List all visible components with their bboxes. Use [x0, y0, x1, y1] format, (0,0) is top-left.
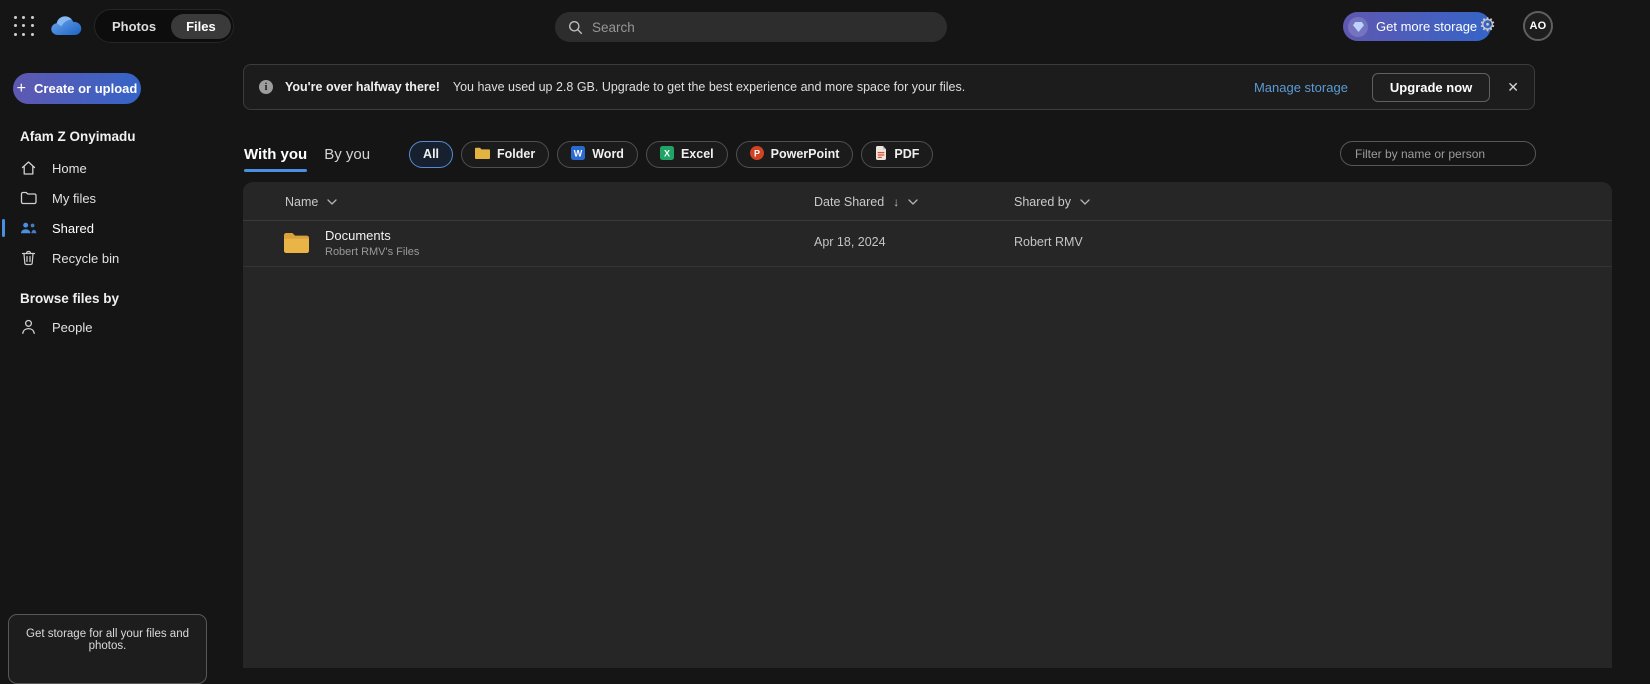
- chevron-down-icon[interactable]: [327, 198, 337, 205]
- manage-storage-link[interactable]: Manage storage: [1254, 80, 1348, 95]
- filter-by-name-input[interactable]: [1340, 141, 1536, 166]
- toggle-photos[interactable]: Photos: [97, 14, 171, 39]
- table-header: Name Date Shared ↓ Shared by: [243, 182, 1612, 221]
- search-input[interactable]: [592, 19, 922, 35]
- upgrade-now-button[interactable]: Upgrade now: [1371, 72, 1491, 102]
- close-icon[interactable]: ✕: [1507, 79, 1519, 96]
- column-header-date-shared[interactable]: Date Shared ↓: [814, 182, 918, 221]
- sidebar-item-label: My files: [52, 190, 97, 206]
- photos-files-toggle: Photos Files: [94, 9, 234, 43]
- sidebar-item-recycle-bin[interactable]: Recycle bin: [0, 243, 243, 273]
- excel-icon: X: [659, 145, 674, 163]
- pdf-icon: [875, 145, 887, 163]
- sort-descending-icon: ↓: [893, 194, 900, 209]
- tab-by-you[interactable]: By you: [324, 146, 370, 163]
- search-bar[interactable]: [555, 12, 947, 42]
- banner-message: You have used up 2.8 GB. Upgrade to get …: [452, 80, 966, 94]
- shared-files-panel: Name Date Shared ↓ Shared by Documents R…: [243, 182, 1612, 668]
- get-more-storage-button[interactable]: Get more storage: [1343, 12, 1492, 41]
- pill-excel[interactable]: X Excel: [645, 140, 728, 168]
- create-or-upload-button[interactable]: + Create or upload: [13, 73, 141, 104]
- banner-title: You're over halfway there!: [285, 80, 440, 94]
- search-icon: [569, 20, 583, 34]
- column-label: Name: [285, 194, 319, 209]
- column-label: Date Shared: [814, 194, 885, 209]
- pill-label: PDF: [894, 147, 920, 161]
- sidebar-nav: Home My files Shared Recycle bin: [0, 153, 243, 273]
- column-header-name[interactable]: Name: [285, 182, 337, 221]
- owner-name: Afam Z Onyimadu: [20, 129, 136, 144]
- word-icon: W: [571, 145, 586, 163]
- app-launcher-icon[interactable]: [14, 16, 35, 37]
- folder-icon: [475, 147, 491, 162]
- sidebar-item-label: People: [52, 319, 93, 335]
- pill-word[interactable]: W Word: [557, 140, 638, 168]
- table-row[interactable]: Documents Robert RMV's Files Apr 18, 202…: [243, 221, 1612, 267]
- pill-label: All: [423, 147, 440, 161]
- trash-icon: [20, 250, 37, 266]
- gear-icon[interactable]: ⚙: [1479, 14, 1496, 37]
- top-bar: Photos Files Get more storage ⚙ AO: [0, 0, 1650, 52]
- svg-text:W: W: [574, 148, 583, 158]
- home-icon: [20, 160, 37, 176]
- pill-label: PowerPoint: [770, 147, 840, 161]
- pill-all[interactable]: All: [409, 140, 454, 168]
- chevron-down-icon[interactable]: [1080, 198, 1090, 205]
- pill-powerpoint[interactable]: P PowerPoint: [735, 140, 854, 168]
- create-or-upload-label: Create or upload: [34, 81, 138, 96]
- column-header-shared-by[interactable]: Shared by: [1014, 182, 1090, 221]
- sidebar-item-label: Recycle bin: [52, 250, 120, 266]
- tab-with-you[interactable]: With you: [244, 146, 308, 172]
- info-icon: i: [259, 80, 273, 94]
- sidebar-item-home[interactable]: Home: [0, 153, 243, 183]
- chevron-down-icon[interactable]: [908, 198, 918, 205]
- pill-label: Excel: [680, 147, 714, 161]
- date-shared-cell: Apr 18, 2024: [814, 235, 886, 249]
- pill-label: Folder: [497, 147, 536, 161]
- person-icon: [20, 319, 37, 335]
- onedrive-logo-icon[interactable]: [48, 13, 86, 43]
- diamond-icon: [1348, 16, 1368, 37]
- filter-pills: All Folder W Word X Excel P PowerPoint P…: [409, 140, 934, 168]
- storage-banner: i You're over halfway there! You have us…: [243, 64, 1535, 110]
- pill-folder[interactable]: Folder: [461, 140, 550, 168]
- svg-text:X: X: [664, 148, 670, 158]
- filter-row: With you By you All Folder W Word X Exce…: [244, 139, 934, 172]
- powerpoint-icon: P: [749, 145, 764, 163]
- people-icon: [20, 221, 37, 235]
- plus-icon: +: [16, 79, 27, 97]
- pill-pdf[interactable]: PDF: [861, 140, 934, 168]
- file-name: Documents: [325, 228, 391, 243]
- column-label: Shared by: [1014, 194, 1071, 209]
- pill-label: Word: [592, 147, 624, 161]
- promo-text: Get storage for all your files and photo…: [26, 628, 189, 652]
- get-more-storage-label: Get more storage: [1376, 19, 1478, 34]
- avatar[interactable]: AO: [1523, 11, 1553, 41]
- browse-files-by-header: Browse files by: [20, 291, 120, 306]
- folder-icon: [20, 191, 37, 205]
- file-name-block: Documents Robert RMV's Files: [325, 228, 419, 258]
- svg-text:P: P: [754, 148, 760, 158]
- toggle-files[interactable]: Files: [171, 13, 231, 39]
- folder-icon: [283, 232, 310, 259]
- sidebar-item-my-files[interactable]: My files: [0, 183, 243, 213]
- file-subtitle: Robert RMV's Files: [325, 246, 420, 258]
- storage-promo-card: Get storage for all your files and photo…: [8, 614, 207, 684]
- sidebar-item-label: Home: [52, 160, 87, 176]
- sidebar-item-shared[interactable]: Shared: [0, 213, 243, 243]
- shared-by-cell: Robert RMV: [1014, 235, 1083, 249]
- sidebar: + Create or upload Afam Z Onyimadu Home …: [0, 52, 243, 668]
- sidebar-item-label: Shared: [52, 220, 94, 236]
- sidebar-item-people[interactable]: People: [0, 312, 243, 342]
